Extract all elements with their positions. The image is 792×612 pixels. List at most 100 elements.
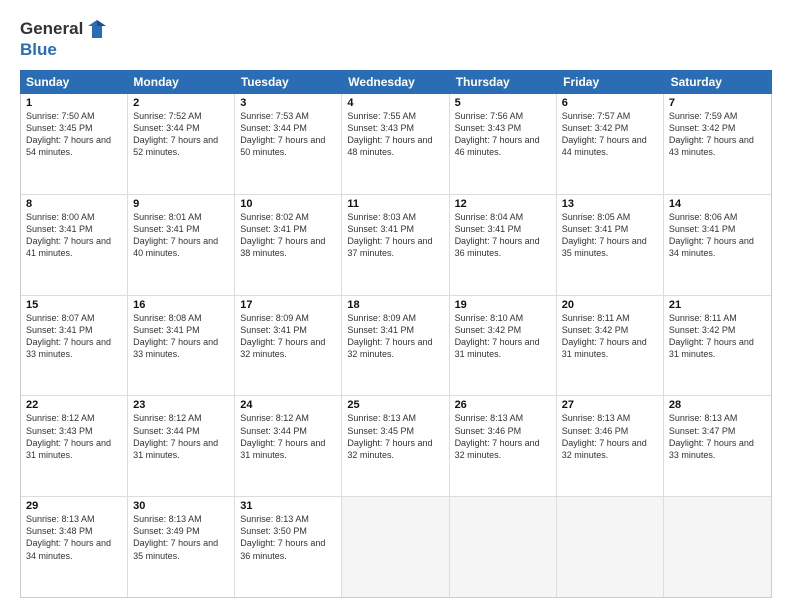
day-number: 8 xyxy=(26,198,122,210)
calendar-row-4: 29Sunrise: 8:13 AMSunset: 3:48 PMDayligh… xyxy=(21,497,771,597)
calendar-cell: 2Sunrise: 7:52 AMSunset: 3:44 PMDaylight… xyxy=(128,94,235,194)
day-number: 28 xyxy=(669,399,766,411)
sunset-text: Sunset: 3:42 PM xyxy=(562,324,658,336)
header-wednesday: Wednesday xyxy=(342,70,449,94)
calendar-cell: 27Sunrise: 8:13 AMSunset: 3:46 PMDayligh… xyxy=(557,396,664,496)
calendar-cell: 1Sunrise: 7:50 AMSunset: 3:45 PMDaylight… xyxy=(21,94,128,194)
sunrise-text: Sunrise: 8:09 AM xyxy=(240,312,336,324)
calendar-cell xyxy=(664,497,771,597)
sunset-text: Sunset: 3:41 PM xyxy=(26,223,122,235)
daylight-text: Daylight: 7 hours and 32 minutes. xyxy=(240,336,336,360)
sunrise-text: Sunrise: 8:04 AM xyxy=(455,211,551,223)
daylight-text: Daylight: 7 hours and 38 minutes. xyxy=(240,235,336,259)
daylight-text: Daylight: 7 hours and 50 minutes. xyxy=(240,134,336,158)
daylight-text: Daylight: 7 hours and 32 minutes. xyxy=(562,437,658,461)
logo-text: General xyxy=(20,18,108,40)
sunset-text: Sunset: 3:42 PM xyxy=(455,324,551,336)
sunrise-text: Sunrise: 8:12 AM xyxy=(133,412,229,424)
sunrise-text: Sunrise: 8:13 AM xyxy=(26,513,122,525)
sunrise-text: Sunrise: 8:09 AM xyxy=(347,312,443,324)
sunset-text: Sunset: 3:43 PM xyxy=(347,122,443,134)
day-number: 10 xyxy=(240,198,336,210)
sunset-text: Sunset: 3:41 PM xyxy=(669,223,766,235)
header-saturday: Saturday xyxy=(665,70,772,94)
header-sunday: Sunday xyxy=(20,70,127,94)
sunset-text: Sunset: 3:45 PM xyxy=(347,425,443,437)
calendar-cell: 20Sunrise: 8:11 AMSunset: 3:42 PMDayligh… xyxy=(557,296,664,396)
calendar-cell: 25Sunrise: 8:13 AMSunset: 3:45 PMDayligh… xyxy=(342,396,449,496)
daylight-text: Daylight: 7 hours and 31 minutes. xyxy=(133,437,229,461)
day-number: 25 xyxy=(347,399,443,411)
daylight-text: Daylight: 7 hours and 35 minutes. xyxy=(562,235,658,259)
calendar-body: 1Sunrise: 7:50 AMSunset: 3:45 PMDaylight… xyxy=(20,94,772,598)
header-thursday: Thursday xyxy=(450,70,557,94)
sunset-text: Sunset: 3:42 PM xyxy=(669,324,766,336)
day-number: 22 xyxy=(26,399,122,411)
sunrise-text: Sunrise: 8:12 AM xyxy=(240,412,336,424)
daylight-text: Daylight: 7 hours and 52 minutes. xyxy=(133,134,229,158)
calendar-cell: 16Sunrise: 8:08 AMSunset: 3:41 PMDayligh… xyxy=(128,296,235,396)
day-number: 27 xyxy=(562,399,658,411)
calendar-cell: 22Sunrise: 8:12 AMSunset: 3:43 PMDayligh… xyxy=(21,396,128,496)
sunset-text: Sunset: 3:41 PM xyxy=(133,324,229,336)
daylight-text: Daylight: 7 hours and 36 minutes. xyxy=(455,235,551,259)
daylight-text: Daylight: 7 hours and 34 minutes. xyxy=(669,235,766,259)
day-number: 12 xyxy=(455,198,551,210)
sunset-text: Sunset: 3:44 PM xyxy=(240,425,336,437)
calendar-cell: 23Sunrise: 8:12 AMSunset: 3:44 PMDayligh… xyxy=(128,396,235,496)
calendar-cell xyxy=(450,497,557,597)
sunrise-text: Sunrise: 7:52 AM xyxy=(133,110,229,122)
sunrise-text: Sunrise: 8:03 AM xyxy=(347,211,443,223)
day-number: 13 xyxy=(562,198,658,210)
day-number: 11 xyxy=(347,198,443,210)
daylight-text: Daylight: 7 hours and 31 minutes. xyxy=(669,336,766,360)
calendar-cell: 30Sunrise: 8:13 AMSunset: 3:49 PMDayligh… xyxy=(128,497,235,597)
calendar-row-1: 8Sunrise: 8:00 AMSunset: 3:41 PMDaylight… xyxy=(21,195,771,296)
logo-general: General xyxy=(20,19,83,39)
daylight-text: Daylight: 7 hours and 31 minutes. xyxy=(240,437,336,461)
sunset-text: Sunset: 3:47 PM xyxy=(669,425,766,437)
calendar-cell: 6Sunrise: 7:57 AMSunset: 3:42 PMDaylight… xyxy=(557,94,664,194)
day-number: 1 xyxy=(26,97,122,109)
daylight-text: Daylight: 7 hours and 31 minutes. xyxy=(26,437,122,461)
daylight-text: Daylight: 7 hours and 44 minutes. xyxy=(562,134,658,158)
calendar-cell: 11Sunrise: 8:03 AMSunset: 3:41 PMDayligh… xyxy=(342,195,449,295)
day-number: 4 xyxy=(347,97,443,109)
sunrise-text: Sunrise: 8:13 AM xyxy=(562,412,658,424)
sunset-text: Sunset: 3:43 PM xyxy=(26,425,122,437)
sunrise-text: Sunrise: 8:13 AM xyxy=(347,412,443,424)
daylight-text: Daylight: 7 hours and 46 minutes. xyxy=(455,134,551,158)
sunrise-text: Sunrise: 8:08 AM xyxy=(133,312,229,324)
daylight-text: Daylight: 7 hours and 33 minutes. xyxy=(133,336,229,360)
sunset-text: Sunset: 3:41 PM xyxy=(562,223,658,235)
sunset-text: Sunset: 3:41 PM xyxy=(240,223,336,235)
daylight-text: Daylight: 7 hours and 33 minutes. xyxy=(26,336,122,360)
day-number: 18 xyxy=(347,299,443,311)
daylight-text: Daylight: 7 hours and 34 minutes. xyxy=(26,537,122,561)
calendar-cell: 9Sunrise: 8:01 AMSunset: 3:41 PMDaylight… xyxy=(128,195,235,295)
calendar-cell: 5Sunrise: 7:56 AMSunset: 3:43 PMDaylight… xyxy=(450,94,557,194)
day-number: 3 xyxy=(240,97,336,109)
calendar-cell: 29Sunrise: 8:13 AMSunset: 3:48 PMDayligh… xyxy=(21,497,128,597)
calendar: Sunday Monday Tuesday Wednesday Thursday… xyxy=(20,70,772,598)
day-number: 20 xyxy=(562,299,658,311)
sunset-text: Sunset: 3:43 PM xyxy=(455,122,551,134)
calendar-cell: 3Sunrise: 7:53 AMSunset: 3:44 PMDaylight… xyxy=(235,94,342,194)
sunset-text: Sunset: 3:46 PM xyxy=(455,425,551,437)
day-number: 2 xyxy=(133,97,229,109)
sunset-text: Sunset: 3:44 PM xyxy=(133,122,229,134)
calendar-row-3: 22Sunrise: 8:12 AMSunset: 3:43 PMDayligh… xyxy=(21,396,771,497)
calendar-cell: 24Sunrise: 8:12 AMSunset: 3:44 PMDayligh… xyxy=(235,396,342,496)
day-number: 5 xyxy=(455,97,551,109)
sunrise-text: Sunrise: 8:10 AM xyxy=(455,312,551,324)
header: General Blue xyxy=(20,18,772,60)
logo-flag-icon xyxy=(86,18,108,40)
header-tuesday: Tuesday xyxy=(235,70,342,94)
daylight-text: Daylight: 7 hours and 32 minutes. xyxy=(347,437,443,461)
day-number: 26 xyxy=(455,399,551,411)
day-number: 9 xyxy=(133,198,229,210)
calendar-cell: 18Sunrise: 8:09 AMSunset: 3:41 PMDayligh… xyxy=(342,296,449,396)
calendar-row-2: 15Sunrise: 8:07 AMSunset: 3:41 PMDayligh… xyxy=(21,296,771,397)
header-friday: Friday xyxy=(557,70,664,94)
sunset-text: Sunset: 3:42 PM xyxy=(669,122,766,134)
